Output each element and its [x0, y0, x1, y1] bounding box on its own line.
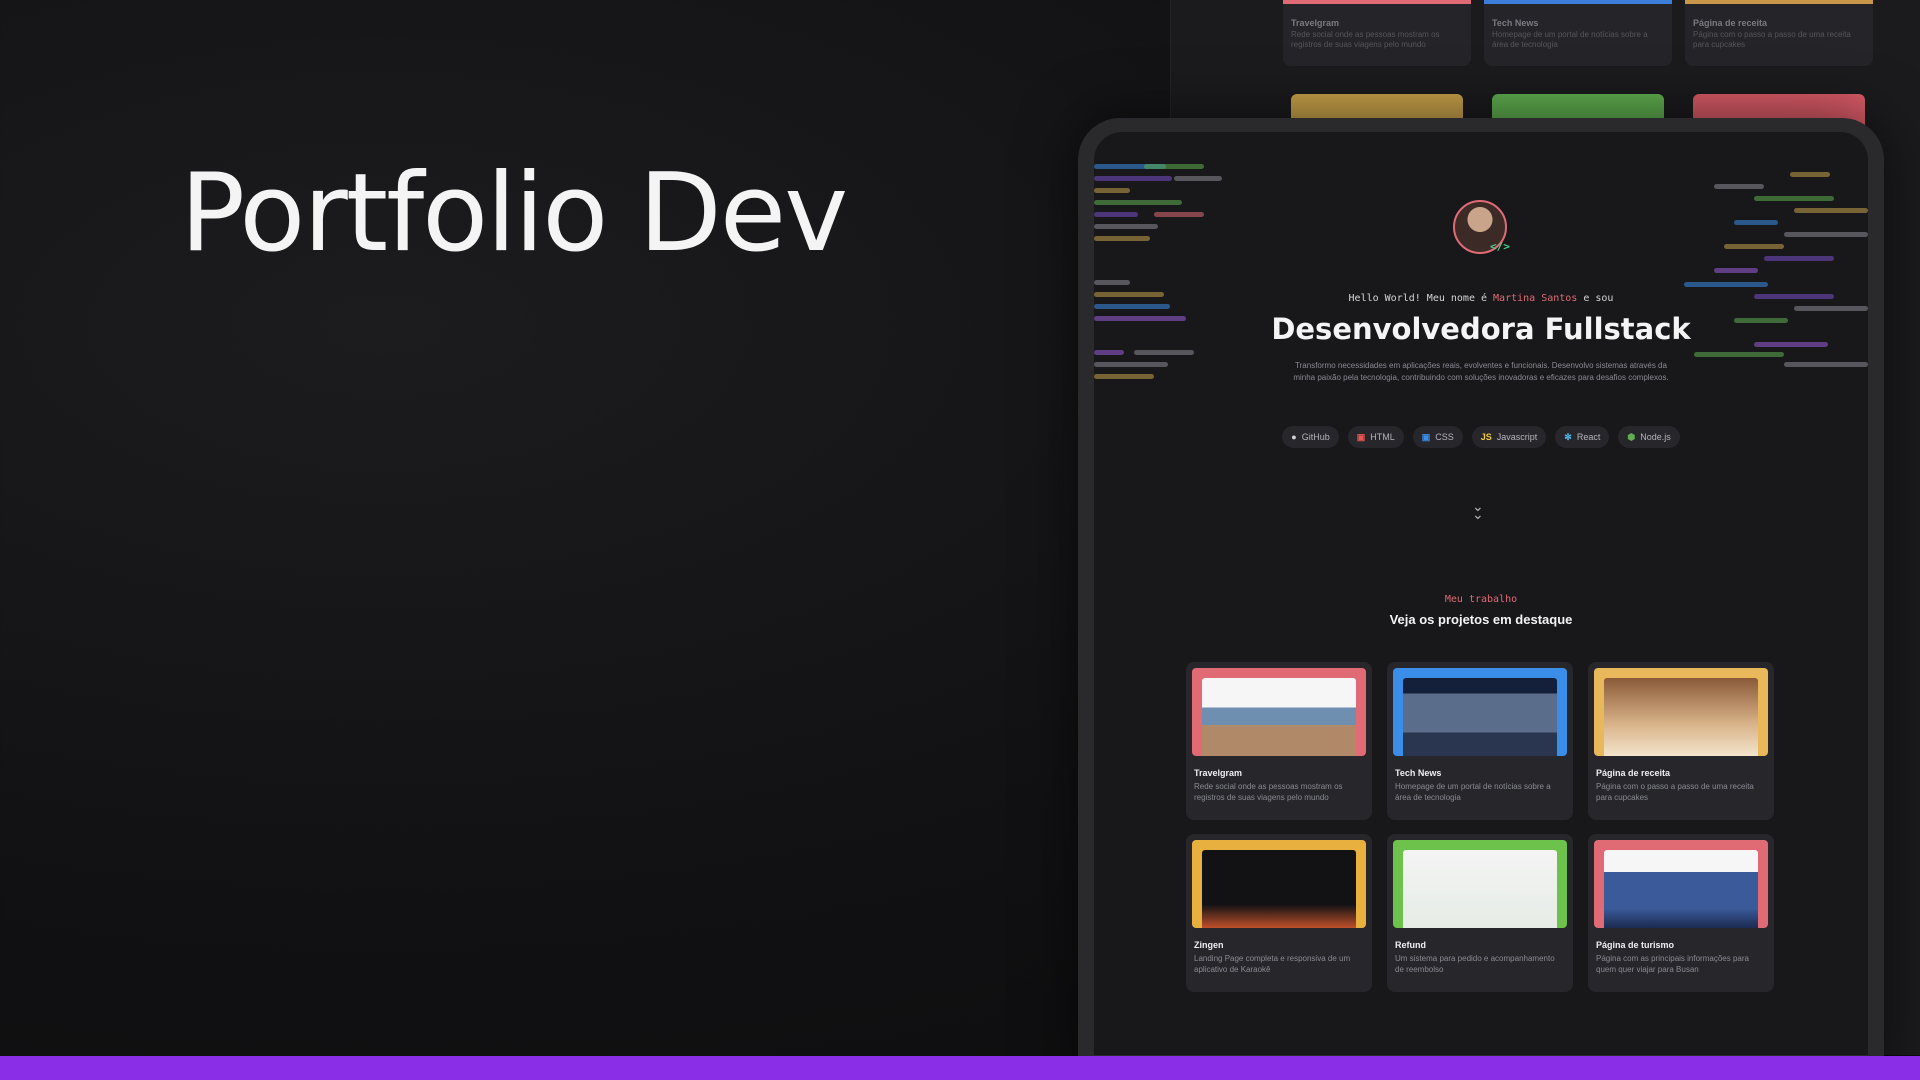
code-line: [1094, 224, 1158, 229]
project-description: Um sistema para pedido e acompanhamento …: [1395, 954, 1555, 974]
project-title: Travelgram: [1194, 768, 1243, 778]
code-line: [1094, 212, 1138, 217]
badge-html[interactable]: ▣ HTML: [1347, 426, 1404, 448]
project-card-travelgram[interactable]: Travelgram Rede social onde as pessoas m…: [1186, 662, 1372, 820]
accent-bar: [0, 1056, 1920, 1080]
code-line: [1794, 306, 1868, 311]
code-line: [1784, 232, 1868, 237]
hello-prefix: Hello World! Meu nome é: [1348, 293, 1494, 304]
project-description: Página com o passo a passo de uma receit…: [1596, 782, 1754, 802]
chevrons-down-icon[interactable]: ⌄ ⌄: [1472, 499, 1484, 521]
code-line: [1790, 172, 1830, 177]
badge-label: Node.js: [1640, 432, 1671, 442]
hello-suffix: e sou: [1577, 293, 1614, 304]
badge-javascript[interactable]: JS Javascript: [1471, 426, 1547, 448]
project-card-tech-news[interactable]: Tech News Homepage de um portal de notíc…: [1387, 662, 1573, 820]
portfolio-screen: </> Hello World! Meu nome é Martina Sant…: [1094, 132, 1868, 1055]
project-description: Página com as principais informações par…: [1596, 954, 1749, 974]
badge-react[interactable]: ✻ React: [1555, 426, 1610, 448]
project-card-recipe[interactable]: Página de receita Página com o passo a p…: [1588, 662, 1774, 820]
code-line: [1094, 280, 1130, 285]
badge-node[interactable]: ⬢ Node.js: [1618, 426, 1680, 448]
code-line: [1784, 362, 1868, 367]
project-description: Homepage de um portal de notícias sobre …: [1395, 782, 1551, 802]
background-project-description: Página com o passo a passo de uma receit…: [1693, 30, 1851, 50]
project-thumbnail: [1393, 840, 1567, 928]
project-title: Zingen: [1194, 940, 1224, 950]
background-project-title: Travelgram: [1291, 18, 1340, 28]
code-line: [1094, 236, 1150, 241]
project-title: Página de receita: [1596, 768, 1671, 778]
project-description: Landing Page completa e responsiva de um…: [1194, 954, 1351, 974]
badge-label: HTML: [1370, 432, 1395, 442]
intro-text: Transformo necessidades em aplicações re…: [1293, 361, 1669, 382]
project-thumbnail: [1594, 840, 1768, 928]
section-kicker: Meu trabalho: [1444, 594, 1518, 605]
badge-label: GitHub: [1301, 432, 1330, 442]
project-thumbnail: [1594, 668, 1768, 756]
code-badge-icon: </>: [1490, 240, 1510, 253]
project-card-zingen[interactable]: Zingen Landing Page completa e responsiv…: [1186, 834, 1372, 992]
code-line: [1174, 176, 1222, 181]
code-line: [1754, 196, 1834, 201]
developer-name: Martina Santos: [1493, 293, 1578, 304]
code-line: [1724, 244, 1784, 249]
code-line: [1094, 362, 1168, 367]
background-project-card: Travelgram Rede social onde as pessoas m…: [1283, 0, 1471, 66]
code-line: [1734, 220, 1778, 225]
code-line: [1094, 374, 1154, 379]
hello-line: Hello World! Meu nome é Martina Santos e…: [1094, 293, 1868, 304]
code-line: [1154, 212, 1204, 217]
code-line: [1714, 268, 1758, 273]
projects-grid: Travelgram Rede social onde as pessoas m…: [1186, 662, 1776, 992]
project-title: Tech News: [1395, 768, 1442, 778]
background-project-title: Página de receita: [1693, 18, 1768, 28]
project-thumbnail: [1192, 668, 1366, 756]
code-line: [1094, 350, 1124, 355]
project-description: Rede social onde as pessoas mostram os r…: [1194, 782, 1343, 802]
code-line: [1694, 352, 1784, 357]
code-line: [1134, 350, 1194, 355]
badge-css[interactable]: ▣ CSS: [1412, 426, 1463, 448]
background-project-description: Rede social onde as pessoas mostram os r…: [1291, 30, 1440, 50]
code-line: [1764, 256, 1834, 261]
code-line: [1714, 184, 1764, 189]
headline: Desenvolvedora Fullstack: [1271, 312, 1691, 346]
background-project-title: Tech News: [1492, 18, 1539, 28]
github-icon: ●: [1291, 432, 1297, 442]
code-line: [1094, 304, 1170, 309]
project-card-tourism[interactable]: Página de turismo Página com as principa…: [1588, 834, 1774, 992]
badge-github[interactable]: ● GitHub: [1282, 426, 1339, 448]
project-thumbnail: [1192, 840, 1366, 928]
badge-label: CSS: [1435, 432, 1454, 442]
badge-label: Javascript: [1496, 432, 1538, 442]
node-icon: ⬢: [1627, 431, 1636, 442]
code-line: [1094, 176, 1172, 181]
tech-badges: ● GitHub ▣ HTML ▣ CSS JS Javascript ✻ React ⬢…: [1094, 426, 1868, 448]
code-line: [1794, 208, 1868, 213]
project-title: Página de turismo: [1596, 940, 1675, 950]
code-line: [1684, 282, 1768, 287]
project-card-refund[interactable]: Refund Um sistema para pedido e acompanh…: [1387, 834, 1573, 992]
badge-label: React: [1576, 432, 1601, 442]
background-project-card: Tech News Homepage de um portal de notíc…: [1484, 0, 1672, 66]
background-project-card: Página de receita Página com o passo a p…: [1685, 0, 1873, 66]
section-title: Veja os projetos em destaque: [1389, 612, 1573, 627]
project-title: Refund: [1395, 940, 1426, 950]
code-line: [1094, 200, 1182, 205]
background-project-description: Homepage de um portal de notícias sobre …: [1492, 30, 1648, 50]
css-icon: ▣: [1421, 431, 1431, 442]
code-line: [1094, 188, 1130, 193]
project-thumbnail: [1393, 668, 1567, 756]
react-icon: ✻: [1564, 431, 1572, 442]
code-line: [1144, 164, 1204, 169]
js-icon: JS: [1480, 432, 1492, 442]
html-icon: ▣: [1356, 431, 1366, 442]
hero-title: Portfolio Dev: [180, 151, 848, 276]
